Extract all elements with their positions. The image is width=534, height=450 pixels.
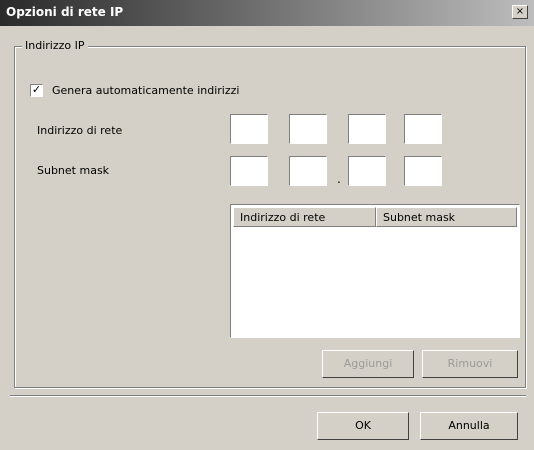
window-title: Opzioni di rete IP: [6, 5, 124, 19]
ip-octet-4-field[interactable]: [404, 114, 442, 144]
separator-line: [10, 395, 526, 397]
mask-octet-4-field[interactable]: [404, 156, 442, 186]
ok-button[interactable]: OK: [317, 412, 409, 440]
checkmark-icon: ✓: [31, 83, 42, 96]
dialog-window: Opzioni di rete IP × Indirizzo IP ✓ Gene…: [0, 0, 534, 450]
title-bar[interactable]: Opzioni di rete IP ×: [0, 0, 534, 26]
address-list[interactable]: Indirizzo di rete Subnet mask: [230, 204, 520, 338]
auto-address-checkbox[interactable]: ✓: [30, 84, 43, 97]
auto-address-label: Genera automaticamente indirizzi: [52, 84, 240, 97]
mask-octet-2-field[interactable]: [289, 156, 327, 186]
mask-octet-1-field[interactable]: [230, 156, 268, 186]
group-legend: Indirizzo IP: [22, 39, 88, 52]
mask-octet-3-field[interactable]: [348, 156, 386, 186]
subnet-mask-label: Subnet mask: [37, 164, 110, 177]
ip-octet-2-field[interactable]: [289, 114, 327, 144]
add-button[interactable]: Aggiungi: [322, 350, 414, 378]
cancel-button[interactable]: Annulla: [420, 412, 518, 440]
mask-separator-dot: .: [337, 172, 341, 186]
remove-button[interactable]: Rimuovi: [422, 350, 518, 378]
column-header-subnet-mask[interactable]: Subnet mask: [376, 207, 517, 227]
ip-address-label: Indirizzo di rete: [37, 124, 123, 137]
ip-octet-3-field[interactable]: [348, 114, 386, 144]
close-icon: ×: [515, 6, 525, 17]
close-button[interactable]: ×: [512, 5, 528, 19]
ip-octet-1-field[interactable]: [230, 114, 268, 144]
column-header-address[interactable]: Indirizzo di rete: [233, 207, 376, 227]
